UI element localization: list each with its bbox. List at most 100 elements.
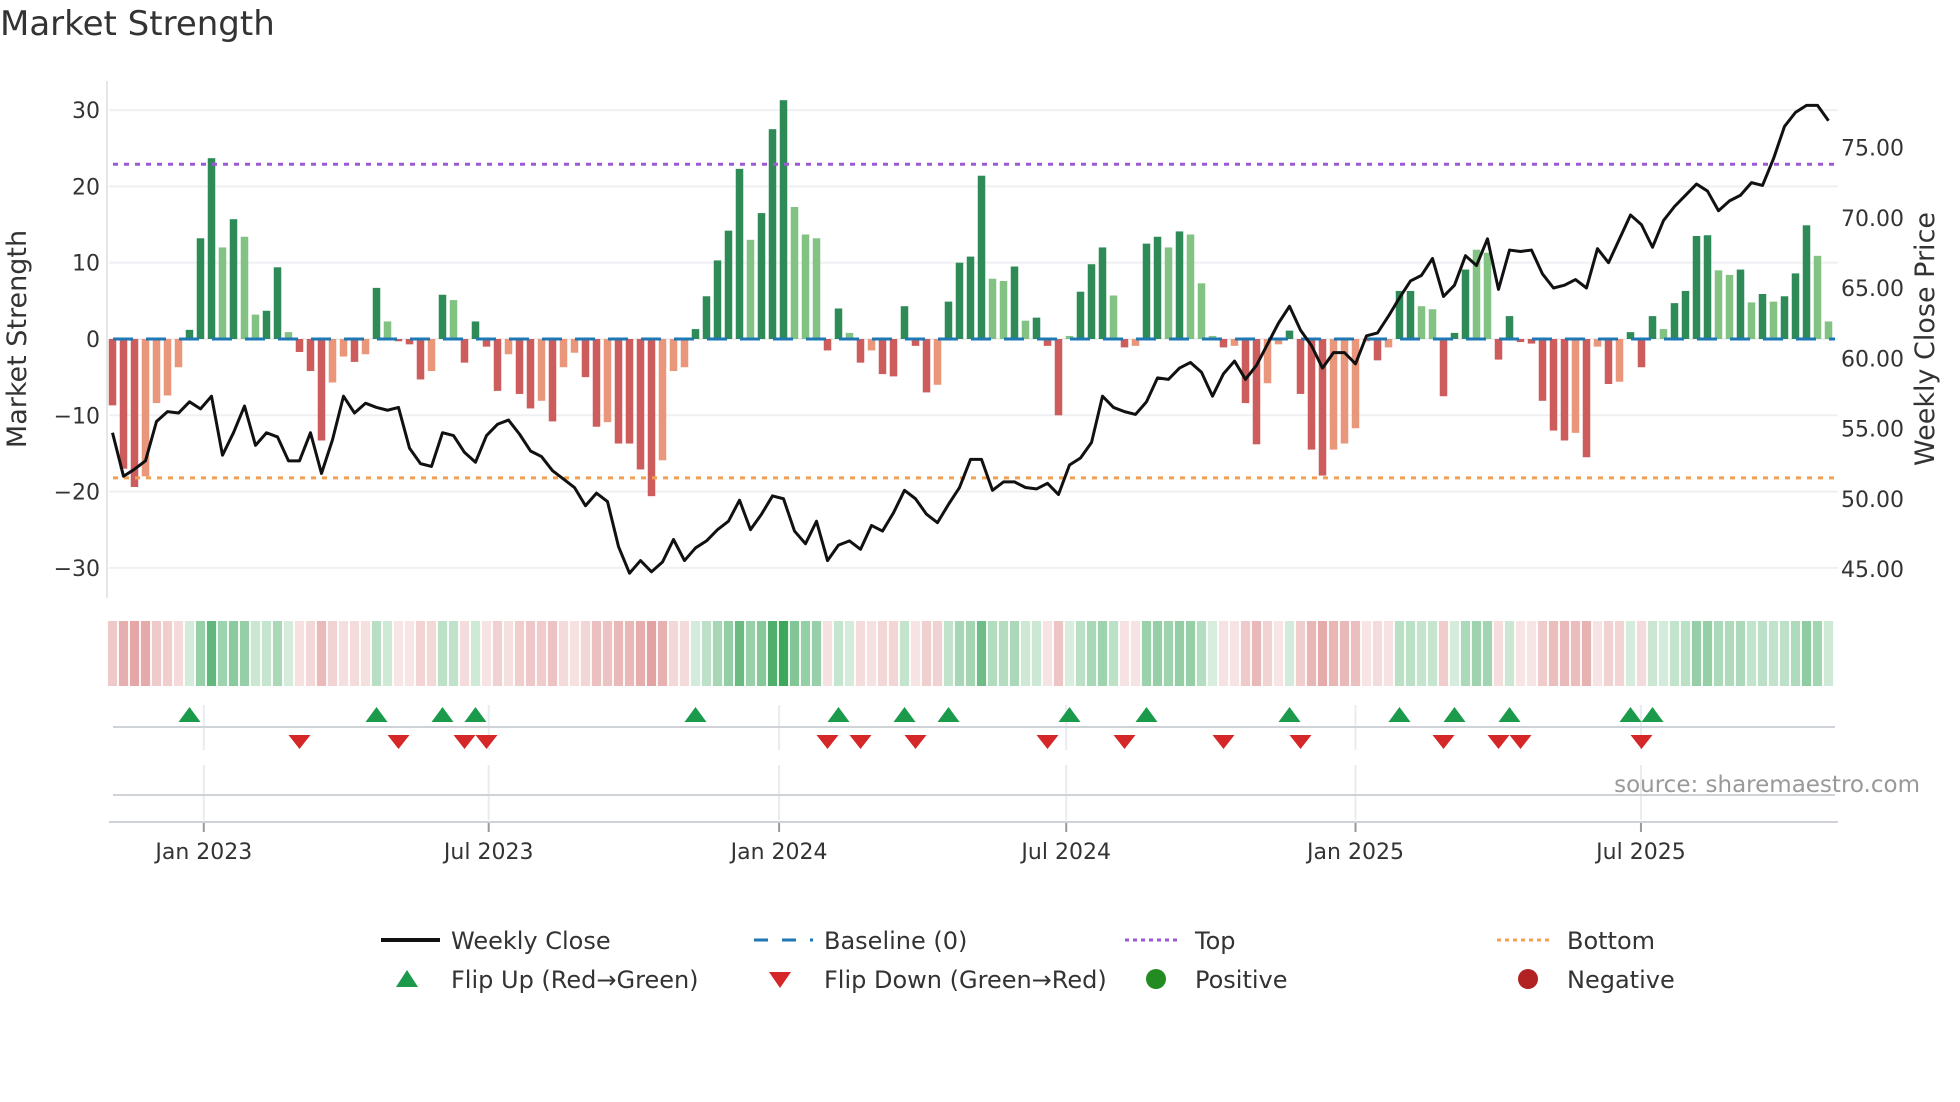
heat-cell: [1394, 621, 1405, 686]
heat-cell: [1658, 621, 1669, 686]
flip-up-marker: [1135, 707, 1158, 722]
heat-cell: [129, 621, 140, 686]
heat-cell: [646, 621, 657, 686]
legend-item-bottom: Bottom: [1497, 927, 1655, 955]
strength-bar: [955, 262, 964, 339]
heat-cell: [1053, 621, 1064, 686]
strength-bar: [933, 339, 942, 385]
heat-cell: [250, 621, 261, 686]
heat-cell: [503, 621, 514, 686]
heat-cell: [184, 621, 195, 686]
strength-bar: [317, 339, 326, 441]
heat-cell: [1119, 621, 1130, 686]
heat-cell: [1009, 621, 1020, 686]
flip-up-marker: [464, 707, 487, 722]
strength-bar: [1780, 296, 1789, 339]
strength-bar: [1813, 255, 1822, 339]
strength-bar: [867, 339, 876, 351]
strength-bar: [1681, 290, 1690, 339]
heat-cell: [481, 621, 492, 686]
strength-bar: [1549, 339, 1558, 431]
strength-bar: [295, 339, 304, 352]
strength-bar: [680, 339, 689, 368]
strength-bar: [493, 339, 502, 391]
heat-cell: [1449, 621, 1460, 686]
heat-cell: [1185, 621, 1196, 686]
flip-down-marker: [816, 735, 839, 749]
strength-bar: [713, 260, 722, 339]
heat-cell: [1372, 621, 1383, 686]
flip-up-marker: [827, 707, 850, 722]
flip-down-marker: [1487, 735, 1510, 749]
strength-bar: [1791, 273, 1800, 339]
heat-cell: [1790, 621, 1801, 686]
strength-bar: [471, 321, 480, 339]
y-axis-title: Market Strength: [2, 230, 33, 448]
strength-bar: [1428, 309, 1437, 339]
strength-bar: [262, 310, 271, 339]
strength-bar: [1186, 234, 1195, 339]
strength-bar: [537, 339, 546, 401]
strength-bar: [427, 339, 436, 372]
heat-cell: [855, 621, 866, 686]
heat-cell: [1515, 621, 1526, 686]
heat-cell: [151, 621, 162, 686]
heat-cell: [1141, 621, 1152, 686]
heat-cell: [734, 621, 745, 686]
heat-cell: [261, 621, 272, 686]
heat-cell: [1020, 621, 1031, 686]
strength-bar: [218, 247, 227, 339]
strength-bar: [1406, 290, 1415, 339]
flip-up-marker: [684, 707, 707, 722]
strength-bar: [1021, 320, 1030, 339]
strength-bar: [339, 339, 348, 357]
heat-cell: [107, 621, 118, 686]
strength-bar: [1153, 236, 1162, 339]
strength-bar: [251, 314, 260, 339]
legend-item-flip_down: Flip Down (Green→Red): [769, 966, 1107, 994]
heat-cell: [569, 621, 580, 686]
heat-cell: [591, 621, 602, 686]
strength-bar: [526, 339, 535, 409]
strength-bar: [1098, 247, 1107, 339]
heat-cell: [657, 621, 668, 686]
heat-cell: [602, 621, 613, 686]
strength-bar: [119, 339, 128, 469]
heat-cell: [1339, 621, 1350, 686]
heat-cell: [1361, 621, 1372, 686]
strength-bar: [152, 339, 161, 404]
strength-bar: [416, 339, 425, 380]
strength-bar: [1054, 339, 1063, 416]
heat-cell: [426, 621, 437, 686]
flip-up-marker: [178, 707, 201, 722]
heat-cell: [778, 621, 789, 686]
heat-cell: [1559, 621, 1570, 686]
heat-cell: [558, 621, 569, 686]
triangle-down-icon: [769, 972, 791, 988]
heat-cell: [162, 621, 173, 686]
strength-bar: [449, 300, 458, 339]
heat-cell: [1625, 621, 1636, 686]
strength-bar: [1747, 302, 1756, 339]
heat-cell: [283, 621, 294, 686]
heat-cell: [1471, 621, 1482, 686]
flip-up-marker: [365, 707, 388, 722]
strength-bar: [878, 339, 887, 375]
heat-cell: [833, 621, 844, 686]
heat-cell: [679, 621, 690, 686]
legend-label: Bottom: [1567, 927, 1655, 955]
heat-cell: [690, 621, 701, 686]
legend-label: Flip Up (Red→Green): [451, 966, 699, 994]
strength-bar: [1714, 270, 1723, 339]
strength-bar: [1758, 293, 1767, 339]
flip-down-marker: [1212, 735, 1235, 749]
legend-item-positive: Positive: [1146, 966, 1288, 994]
x-tick-label: Jan 2024: [729, 840, 828, 865]
strength-bar: [724, 230, 733, 339]
flip-down-marker: [849, 735, 872, 749]
heat-cell: [1229, 621, 1240, 686]
heat-cell: [712, 621, 723, 686]
legend-label: Flip Down (Green→Red): [824, 966, 1107, 994]
strength-bar: [592, 339, 601, 427]
strength-bar: [196, 238, 205, 339]
